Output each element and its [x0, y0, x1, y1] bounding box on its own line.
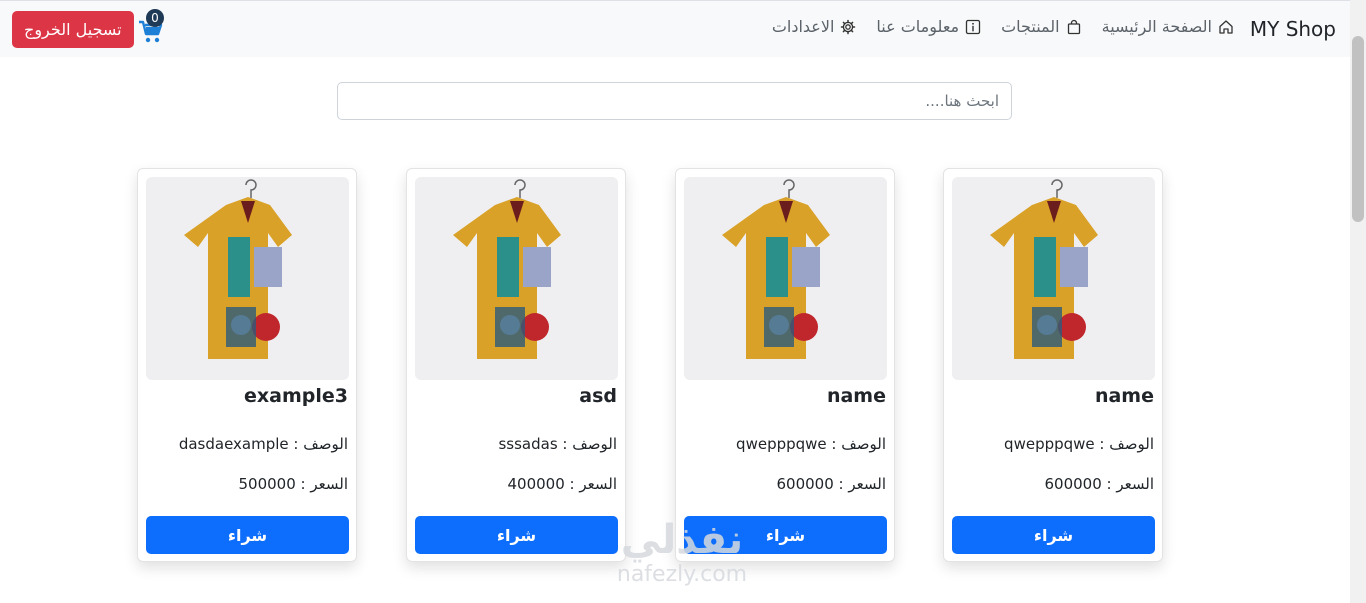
scrollbar-thumb[interactable] — [1352, 36, 1364, 222]
nav-item-label: معلومات عنا — [876, 17, 960, 36]
product-name: example3 — [244, 385, 348, 407]
nav-item-products[interactable]: المنتجات — [1001, 17, 1082, 36]
product-description: الوصف : qwepppqwe — [1004, 435, 1154, 453]
product-image[interactable] — [146, 177, 349, 380]
brand-logo[interactable]: MY Shop — [1250, 17, 1336, 41]
buy-button[interactable]: شراء — [952, 516, 1155, 554]
nav-item-label: الاعدادات — [771, 17, 835, 36]
logout-button[interactable]: تسجيل الخروج — [12, 11, 134, 48]
search-input[interactable] — [337, 82, 1012, 120]
product-price: السعر : 400000 — [507, 475, 618, 493]
product-price: السعر : 600000 — [1044, 475, 1155, 493]
shirt-image — [453, 179, 561, 359]
product-description: الوصف : sssadas — [498, 435, 617, 453]
product-description: الوصف : qwepppqwe — [736, 435, 886, 453]
product-price: السعر : 600000 — [776, 475, 887, 493]
shirt-image — [184, 179, 292, 359]
buy-button[interactable]: شراء — [146, 516, 349, 554]
product-image[interactable] — [952, 177, 1155, 380]
nav-item-label: المنتجات — [1001, 17, 1060, 36]
nav-item-settings[interactable]: الاعدادات — [772, 17, 857, 36]
product-image[interactable] — [415, 177, 618, 380]
gear-icon — [841, 19, 856, 34]
nav-item-home[interactable]: الصفحة الرئيسية — [1102, 17, 1234, 36]
shirt-image — [722, 179, 830, 359]
watermark: نفذلي nafezly.com — [592, 518, 772, 588]
product-price: السعر : 500000 — [238, 475, 349, 493]
product-description: الوصف : dasdaexample — [178, 435, 348, 453]
cart-button[interactable]: 0 — [138, 9, 168, 45]
info-icon — [965, 19, 981, 34]
home-icon — [1219, 19, 1233, 34]
buy-button[interactable]: شراء — [415, 516, 618, 554]
nav-menu: الصفحة الرئيسية المنتجات معلومات عنا الا… — [772, 17, 1234, 36]
shirt-image — [990, 179, 1098, 359]
product-image[interactable] — [684, 177, 887, 380]
nav-item-label: الصفحة الرئيسية — [1101, 17, 1212, 36]
product-name: name — [826, 385, 886, 407]
product-name: name — [1094, 385, 1154, 407]
watermark-arabic: نفذلي — [620, 517, 744, 563]
product-card: name الوصف : qwepppqwe السعر : 600000 شر… — [675, 168, 895, 562]
watermark-latin: nafezly.com — [616, 562, 748, 587]
nav-item-about[interactable]: معلومات عنا — [876, 17, 981, 36]
product-card: name الوصف : qwepppqwe السعر : 600000 شر… — [943, 168, 1163, 562]
product-name: asd — [579, 385, 617, 407]
cart-count-badge: 0 — [146, 9, 164, 27]
product-card: example3 الوصف : dasdaexample السعر : 50… — [137, 168, 357, 562]
top-navbar: MY Shop الصفحة الرئيسية المنتجات معلومات… — [0, 0, 1350, 57]
page-scrollbar[interactable] — [1350, 0, 1366, 603]
bag-icon — [1067, 19, 1080, 34]
product-card: asd الوصف : sssadas السعر : 400000 شراء — [406, 168, 626, 562]
